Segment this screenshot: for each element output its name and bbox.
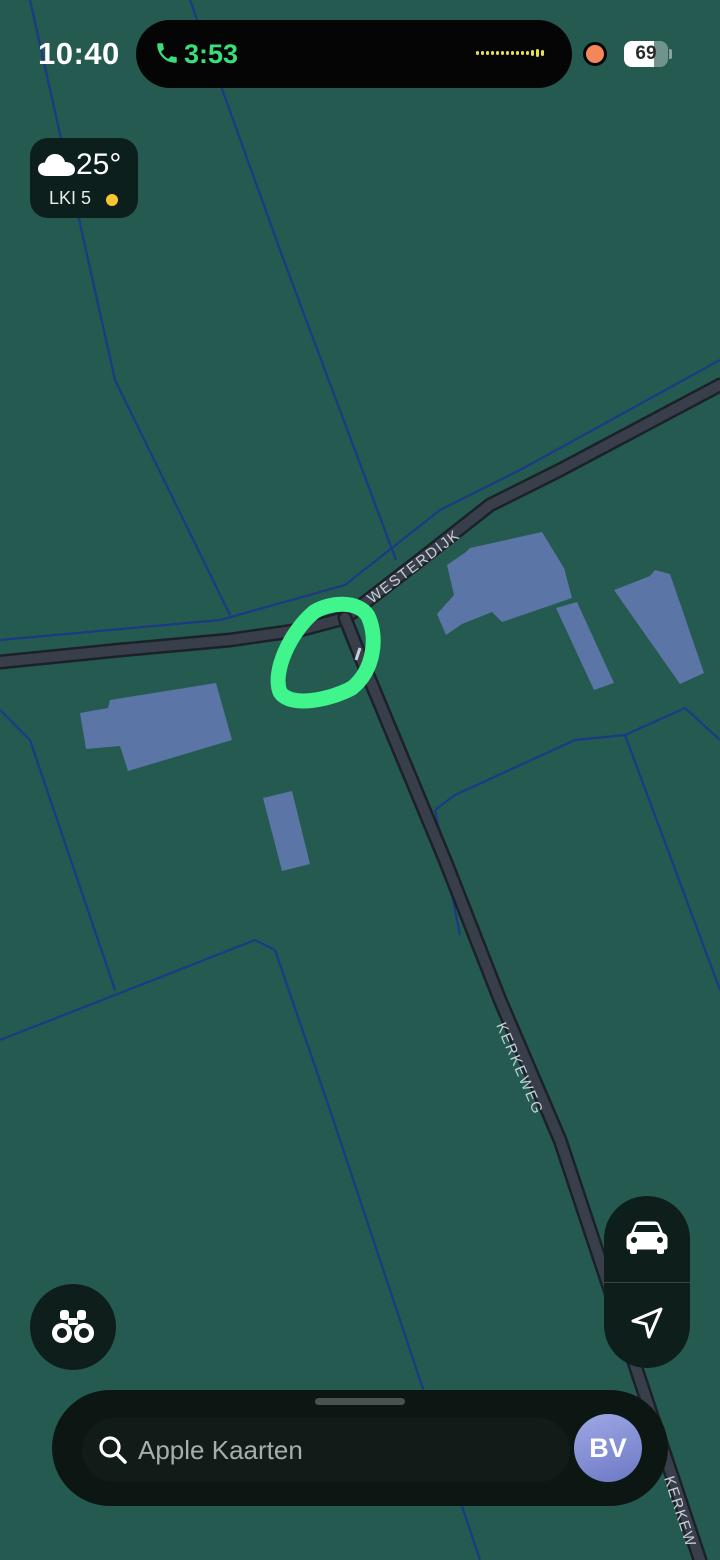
recording-indicator <box>586 45 604 63</box>
audio-waveform-icon <box>476 49 544 57</box>
temperature: 25° <box>76 148 122 181</box>
phone-icon <box>157 43 177 63</box>
current-location-button[interactable] <box>604 1282 690 1368</box>
search-icon <box>99 1436 127 1464</box>
air-quality-dot <box>106 194 118 206</box>
status-time: 10:40 <box>38 36 120 71</box>
weather-widget[interactable]: 25° LKI 5 <box>30 138 138 218</box>
map-controls-panel <box>604 1196 690 1368</box>
battery-indicator: 69 <box>624 41 668 67</box>
location-arrow-icon <box>631 1307 663 1339</box>
sheet-grabber[interactable] <box>315 1398 405 1405</box>
air-quality-index: LKI 5 <box>49 188 92 208</box>
cloud-icon <box>38 154 75 176</box>
binoculars-icon <box>52 1310 94 1343</box>
avatar[interactable]: BV <box>574 1414 642 1482</box>
car-icon <box>626 1221 668 1254</box>
look-around-button[interactable] <box>30 1284 116 1370</box>
driving-mode-button[interactable] <box>604 1196 690 1282</box>
search-input[interactable] <box>138 1428 558 1472</box>
call-timer: 3:53 <box>184 39 239 69</box>
dynamic-island[interactable]: 3:53 <box>136 20 572 88</box>
battery-level: 69 <box>635 43 657 64</box>
search-field[interactable] <box>82 1418 570 1482</box>
search-sheet[interactable]: BV <box>52 1390 668 1506</box>
battery-tip <box>669 49 672 59</box>
